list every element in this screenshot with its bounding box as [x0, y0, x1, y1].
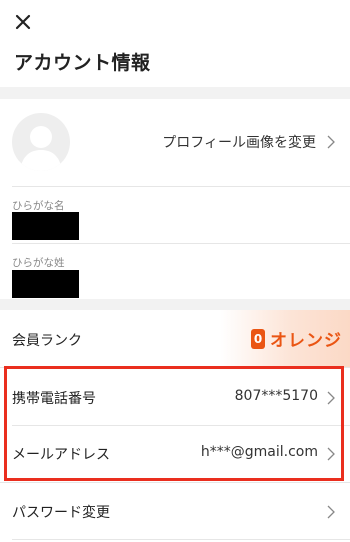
section-divider: [0, 87, 350, 99]
divider: [12, 539, 350, 540]
header: アカウント情報: [0, 0, 350, 87]
rank-name: オレンジ: [270, 331, 342, 351]
change-profile-image-row[interactable]: プロフィール画像を変更: [0, 99, 350, 186]
rank-badge: 0: [251, 329, 265, 349]
default-avatar-icon: [20, 126, 62, 171]
last-name-kana-label: ひらがな姓: [12, 257, 65, 269]
change-password-row[interactable]: パスワード変更: [0, 484, 350, 539]
redacted-value: [12, 270, 79, 298]
avatar[interactable]: [12, 113, 70, 171]
change-profile-image-label: プロフィール画像を変更: [162, 135, 316, 151]
first-name-kana-field[interactable]: ひらがな名: [0, 187, 350, 243]
membership-rank-label: 会員ランク: [12, 333, 82, 349]
close-button[interactable]: [10, 9, 36, 35]
last-name-kana-field[interactable]: ひらがな姓: [0, 244, 350, 300]
membership-rank-row: 会員ランク 0 オレンジ: [0, 310, 350, 367]
first-name-kana-label: ひらがな名: [12, 200, 65, 212]
chevron-right-icon: [327, 505, 335, 519]
close-icon[interactable]: [10, 9, 36, 35]
highlight-box: [4, 366, 344, 481]
page-title: アカウント情報: [14, 52, 151, 74]
redacted-value: [12, 212, 79, 240]
chevron-right-icon: [327, 135, 335, 149]
section-divider: [0, 299, 350, 310]
change-password-label: パスワード変更: [12, 505, 110, 521]
divider: [0, 482, 350, 483]
